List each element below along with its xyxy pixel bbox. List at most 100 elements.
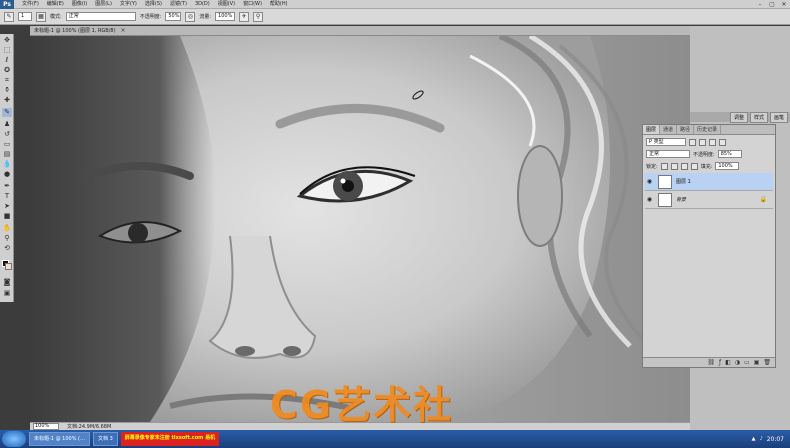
flow-field[interactable]: 100% <box>215 12 236 21</box>
layer-filter-select[interactable]: P 类型 <box>646 138 686 146</box>
portrait-painting <box>30 36 690 422</box>
layer-filter-row: P 类型 <box>646 138 726 146</box>
layer-opacity-field[interactable]: 85% <box>717 150 742 158</box>
shape-tool-icon[interactable]: ■ <box>2 212 12 221</box>
system-tray: ▲ ♪ 20:07 <box>752 436 790 443</box>
menu-file[interactable]: 文件(F) <box>18 0 43 9</box>
pressure-size-icon[interactable]: ⚲ <box>253 11 264 22</box>
menu-view[interactable]: 视图(V) <box>214 0 239 9</box>
tab-channels[interactable]: 通道 <box>660 125 678 134</box>
document-canvas[interactable] <box>30 36 690 422</box>
layer-row-background[interactable]: ◉ 背景 🔒 <box>645 191 773 209</box>
layer-row-layer1[interactable]: ◉ 图层 1 <box>645 173 773 191</box>
rotate-view-tool-icon[interactable]: ⟲ <box>2 244 12 253</box>
zoom-tool-icon[interactable]: ⚲ <box>2 234 12 243</box>
lock-position-icon[interactable] <box>680 162 688 170</box>
watermark-logo: CG艺术社 <box>270 383 454 427</box>
document-tab[interactable]: 未标题-1 @ 100% (图层 1, RGB/8) × <box>30 26 690 36</box>
tab-paths[interactable]: 路径 <box>677 125 695 134</box>
brush-panel-button[interactable]: 画笔 <box>769 111 788 123</box>
mask-icon[interactable]: ◧ <box>725 359 731 366</box>
hand-tool-icon[interactable]: ✋ <box>2 224 12 233</box>
menu-edit[interactable]: 编辑(E) <box>43 0 68 9</box>
filter-adjust-icon[interactable] <box>699 138 706 146</box>
blend-row: 正常 不透明度: 85% <box>646 150 742 158</box>
type-tool-icon[interactable]: T <box>2 192 12 201</box>
screen-mode-icon[interactable]: ▣ <box>2 289 12 298</box>
path-select-tool-icon[interactable]: ➤ <box>2 202 12 211</box>
new-layer-icon[interactable]: ▣ <box>754 359 760 366</box>
fx-icon[interactable]: ƒ <box>719 359 721 366</box>
minimize-button[interactable]: – <box>754 0 766 9</box>
network-icon[interactable]: ▲ <box>752 436 756 442</box>
clock[interactable]: 20:07 <box>767 436 784 443</box>
lock-icon: 🔒 <box>759 196 767 203</box>
windows-taskbar: 未标题-1 @ 100% (… 文档 3 屏幕录像专家未注册 tlxsoft.c… <box>0 430 790 448</box>
brush-preset-icon[interactable]: ✎ <box>4 11 14 22</box>
lock-pixels-icon[interactable] <box>670 162 678 170</box>
trash-icon[interactable]: 🗑 <box>763 359 771 366</box>
quick-mask-icon[interactable]: ◙ <box>2 278 12 287</box>
clone-stamp-tool-icon[interactable]: ♟ <box>2 120 12 129</box>
crop-tool-icon[interactable]: ⌗ <box>2 76 12 85</box>
airbrush-icon[interactable]: ✈ <box>239 11 250 22</box>
menu-window[interactable]: 窗口(W) <box>239 0 266 9</box>
healing-brush-tool-icon[interactable]: ✚ <box>2 96 12 105</box>
move-tool-icon[interactable]: ✥ <box>2 36 12 45</box>
background-color-swatch[interactable] <box>5 263 12 270</box>
quick-select-tool-icon[interactable]: ✪ <box>2 66 12 75</box>
tab-layers[interactable]: 图层 <box>643 125 661 134</box>
menu-3d[interactable]: 3D(D) <box>191 0 214 9</box>
menu-layer[interactable]: 图层(L) <box>91 0 116 9</box>
brush-panel-toggle-icon[interactable]: ▦ <box>36 11 46 22</box>
marquee-tool-icon[interactable]: ⬚ <box>2 46 12 55</box>
mode-select[interactable]: 正常 <box>65 12 136 21</box>
menu-select[interactable]: 选择(S) <box>141 0 166 9</box>
eyedropper-tool-icon[interactable]: ⚱ <box>2 86 12 95</box>
menu-filter[interactable]: 滤镜(T) <box>166 0 191 9</box>
fill-field[interactable]: 100% <box>715 162 740 170</box>
lock-row: 锁定: 填充: 100% <box>646 162 740 170</box>
layer-thumbnail <box>658 174 672 189</box>
styles-panel-button[interactable]: 样式 <box>749 111 768 123</box>
taskbar-item-photoshop[interactable]: 未标题-1 @ 100% (… <box>29 432 90 446</box>
lock-all-icon[interactable] <box>690 162 698 170</box>
photoshop-logo-icon: Ps <box>0 0 14 9</box>
zoom-level-field[interactable]: 100% <box>33 423 59 430</box>
pressure-opacity-icon[interactable]: ◎ <box>185 11 196 22</box>
brush-tool-icon[interactable]: ✎ <box>2 108 12 117</box>
adjust-icon[interactable]: ◑ <box>735 359 740 366</box>
filter-pixel-icon[interactable] <box>689 138 696 146</box>
blur-tool-icon[interactable]: 💧 <box>2 160 12 169</box>
folder-icon[interactable]: ▭ <box>744 359 750 366</box>
opacity-field[interactable]: 50% <box>165 12 182 21</box>
tab-history[interactable]: 历史记录 <box>694 125 722 134</box>
volume-icon[interactable]: ♪ <box>760 436 763 442</box>
maximize-button[interactable]: ▢ <box>766 0 778 9</box>
filter-type-icon[interactable] <box>709 138 716 146</box>
brush-size-field[interactable]: 1 <box>18 12 32 21</box>
menu-help[interactable]: 帮助(H) <box>266 0 292 9</box>
history-brush-tool-icon[interactable]: ↺ <box>2 130 12 139</box>
taskbar-item-document[interactable]: 文档 3 <box>93 432 118 446</box>
adjustments-panel-button[interactable]: 调整 <box>729 111 748 123</box>
blend-mode-select[interactable]: 正常 <box>646 150 690 158</box>
menu-type[interactable]: 文字(Y) <box>116 0 141 9</box>
layer-thumbnail <box>658 192 672 207</box>
menu-image[interactable]: 图像(I) <box>68 0 91 9</box>
document-close-icon[interactable]: × <box>121 27 126 34</box>
close-button[interactable]: ✕ <box>778 0 790 9</box>
layers-panel-tabs: 图层 通道 路径 历史记录 <box>643 125 775 135</box>
eraser-tool-icon[interactable]: ▭ <box>2 140 12 149</box>
pen-tool-icon[interactable]: ✒ <box>2 182 12 191</box>
filter-shape-icon[interactable] <box>719 138 726 146</box>
visibility-eye-icon[interactable]: ◉ <box>645 196 654 203</box>
visibility-eye-icon[interactable]: ◉ <box>645 178 654 185</box>
gradient-tool-icon[interactable]: ▤ <box>2 150 12 159</box>
lock-transparent-icon[interactable] <box>660 162 668 170</box>
lasso-tool-icon[interactable]: ℓ <box>2 56 12 65</box>
link-icon[interactable]: ⛓ <box>707 359 715 366</box>
layer-name: 图层 1 <box>676 179 691 185</box>
dodge-tool-icon[interactable]: ● <box>2 170 12 179</box>
start-button[interactable] <box>2 431 26 447</box>
